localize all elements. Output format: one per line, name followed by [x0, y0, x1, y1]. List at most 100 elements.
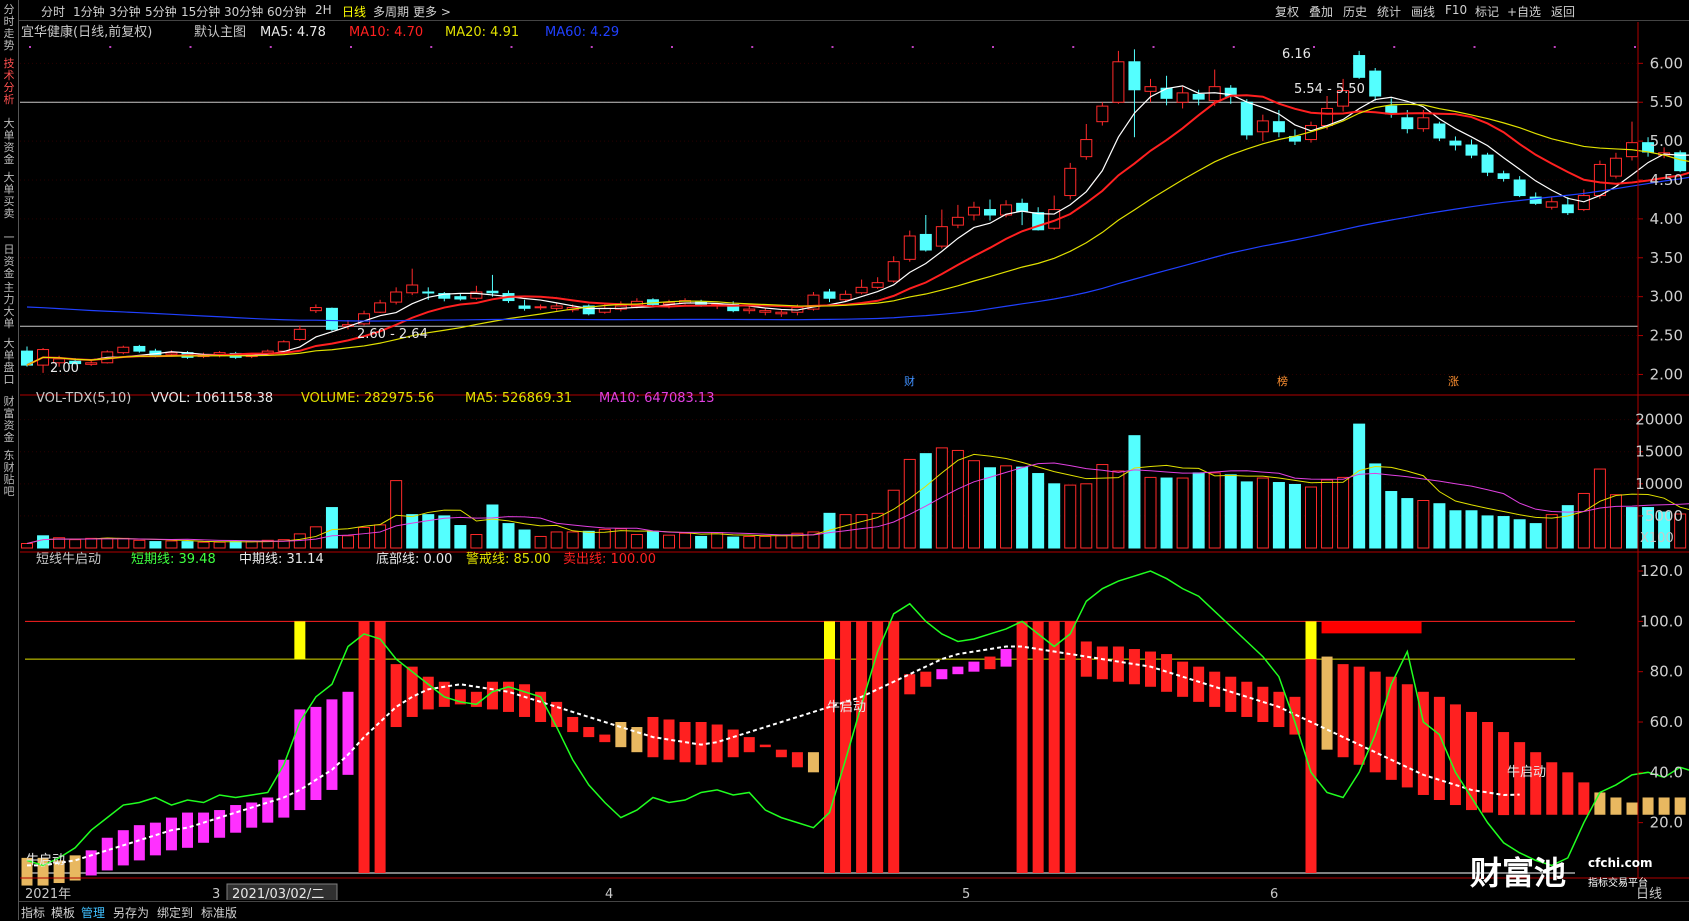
indicator-bar — [1530, 752, 1542, 815]
top-marker-dot — [590, 46, 593, 48]
mid-line-label: 中期线: 31.14 — [239, 552, 324, 567]
ma10-label: MA10: 4.70 — [349, 25, 423, 40]
indicator-bar — [1433, 696, 1445, 800]
volume-bar — [951, 449, 964, 549]
indicator-bar — [1401, 684, 1413, 788]
indicator-bar — [182, 812, 193, 848]
indicator-bar — [567, 716, 579, 733]
indicator-bar — [775, 749, 787, 758]
stock-chart[interactable]: 2.00 2.50 3.00 3.50 4.00 4.50 5.00 5.50 6.00 5000… — [0, 0, 1689, 900]
ma5-label: MA5: 4.78 — [260, 25, 326, 40]
indicator-bar — [936, 669, 948, 680]
volume-bar — [967, 460, 980, 549]
indicator-bar — [743, 737, 755, 753]
niu-start-label-1: 牛启动 — [26, 853, 65, 868]
tab-template[interactable]: 模板 — [51, 904, 75, 921]
volume-bar — [502, 523, 515, 549]
volume-label: VOLUME: 282975.56 — [301, 391, 434, 406]
indicator-bar — [1658, 797, 1670, 815]
volume-bar — [646, 530, 659, 549]
top-marker-dot — [831, 46, 834, 48]
candle-body — [1112, 61, 1125, 103]
volume-bar — [1048, 483, 1061, 549]
indicator-bar — [727, 729, 739, 758]
candle-body — [1321, 107, 1334, 127]
sell-signal-block — [1321, 621, 1422, 634]
volume-bar — [550, 531, 563, 549]
volume-bar — [1481, 515, 1494, 549]
volume-bar — [213, 541, 226, 549]
brand-domain: cfchi.com — [1588, 856, 1653, 870]
volume-bar — [1626, 507, 1638, 549]
indicator-bar — [326, 699, 338, 790]
indicator-bar — [1321, 656, 1333, 750]
volume-bar — [1064, 484, 1077, 549]
volume-bar — [887, 489, 900, 549]
indicator-bar — [230, 805, 242, 833]
top-marker-dot — [29, 46, 31, 48]
indicator-bar — [888, 621, 900, 873]
main-mode[interactable]: 默认主图 — [194, 24, 246, 40]
candle-body — [374, 302, 387, 313]
indicator-bar — [1209, 671, 1221, 707]
volume-bar — [117, 537, 130, 549]
indicator-bar — [1562, 772, 1574, 815]
x-label-may: 5 — [962, 887, 970, 900]
tab-save-as[interactable]: 另存为 — [113, 904, 149, 921]
event-marker-bang[interactable]: 榜 — [1277, 374, 1288, 388]
candle-body — [1160, 87, 1173, 99]
vol-tick-label-0: 5000 — [1645, 507, 1683, 525]
tab-bind-to[interactable]: 绑定到 — [157, 904, 193, 921]
buy-signal-marker-0 — [294, 621, 306, 660]
volume-bar — [630, 534, 643, 549]
volume-bar — [582, 530, 595, 549]
event-marker-cai[interactable]: 财 — [904, 374, 915, 388]
x-label-year: 2021年 — [25, 887, 71, 900]
tab-manage[interactable]: 管理 — [81, 904, 105, 921]
candle-body — [1401, 117, 1414, 130]
x-label-april: 4 — [605, 887, 613, 900]
bottom-tab-bar: 指标 模板 管理 另存为 绑定到 标准版 — [19, 901, 1689, 921]
volume-bar — [181, 541, 194, 549]
range-high-label: 5.54 - 5.50 — [1294, 82, 1365, 97]
tab-indicator[interactable]: 指标 — [21, 904, 45, 921]
volume-bar — [679, 532, 692, 549]
top-marker-dot — [189, 46, 192, 48]
top-marker-dot — [269, 46, 272, 48]
volume-bar — [1016, 466, 1029, 549]
candle-body — [1481, 154, 1494, 173]
top-marker-dot — [350, 46, 352, 48]
top-marker-dot — [1553, 46, 1556, 48]
indicator-bar — [1241, 681, 1253, 717]
tab-standard[interactable]: 标准版 — [201, 904, 237, 921]
indicator-bar — [278, 759, 290, 818]
indicator-bar — [1177, 661, 1189, 697]
indicator-bar — [1145, 651, 1156, 687]
indicator-bar — [294, 709, 306, 811]
indicator-bar — [1626, 802, 1638, 815]
volume-bar — [1080, 483, 1093, 549]
top-marker-dot — [751, 46, 754, 48]
niu-start-label-2: 牛启动 — [827, 700, 866, 715]
event-marker-zhang[interactable]: 涨 — [1448, 375, 1459, 388]
volume-bar — [759, 535, 772, 549]
candle-body — [518, 305, 531, 309]
indicator-bar — [1048, 621, 1060, 873]
candle-body — [903, 235, 916, 260]
volume-bar — [390, 480, 403, 549]
top-marker-dot — [1634, 46, 1636, 48]
ind-tick-label-2: 60.0 — [1650, 713, 1683, 731]
brand-slogan: 指标交易平台 — [1588, 878, 1648, 889]
indicator-bar — [149, 822, 161, 856]
candle-body — [486, 290, 499, 294]
indicator-bar — [1016, 621, 1028, 873]
candle-body — [1128, 61, 1141, 91]
volume-bar — [711, 532, 724, 549]
candle-body — [743, 308, 756, 312]
price-tick-label-1: 2.50 — [1650, 327, 1683, 345]
volume-bar — [245, 541, 258, 549]
volume-bar — [325, 507, 338, 549]
candle-body — [1577, 195, 1590, 211]
volume-bar — [855, 514, 868, 549]
candle-body — [293, 328, 306, 340]
